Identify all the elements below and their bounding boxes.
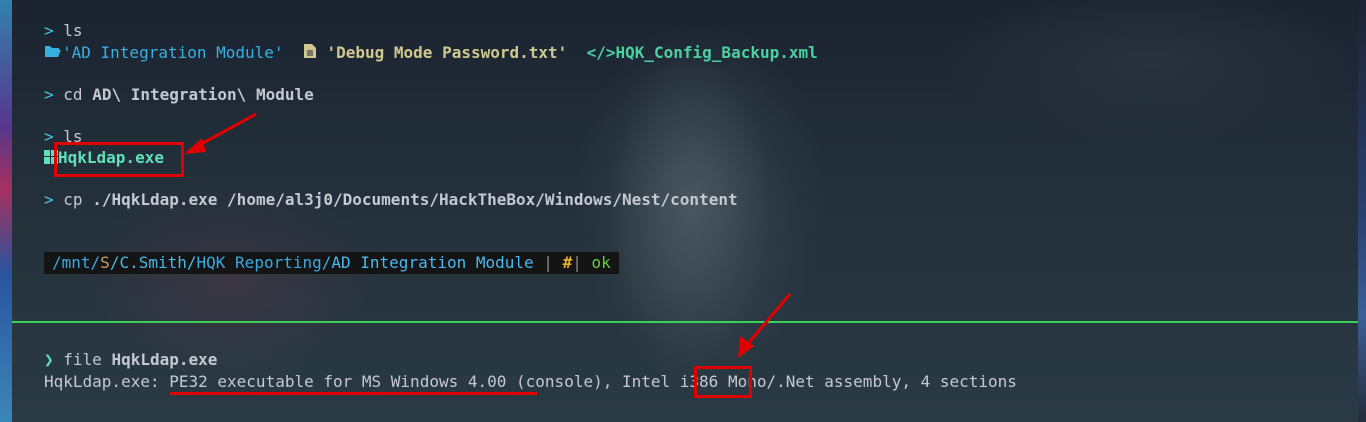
command-argument: HqkLdap.exe <box>111 350 218 369</box>
statusbar-user: /C.Smith/ <box>109 253 197 272</box>
terminal-line-file: ❯ file HqkLdap.exe <box>44 349 217 371</box>
statusbar-share: S <box>100 253 110 272</box>
command-argument: ./HqkLdap.exe /home/al3j0/Documents/Hack… <box>92 190 738 209</box>
terminal-line-cp: > cp ./HqkLdap.exe /home/al3j0/Documents… <box>44 189 738 211</box>
highlight-box-exe <box>54 142 184 177</box>
command-text: cp <box>63 190 93 209</box>
terminal-line-1: > ls <box>44 20 83 42</box>
output-middle: (console), Intel <box>506 372 680 391</box>
file-command-output: HqkLdap.exe: PE32 executable for MS Wind… <box>44 371 1017 393</box>
output-filename: HqkLdap.exe: <box>44 372 170 391</box>
command-text: ls <box>63 21 83 40</box>
command-text: file <box>63 350 112 369</box>
output-tail: Mono/.Net assembly, 4 sections <box>718 372 1017 391</box>
terminal-listing-1: 'AD Integration Module' 'Debug Mode Pass… <box>44 42 818 64</box>
folder-open-icon <box>44 43 62 65</box>
prompt-symbol: > <box>44 21 54 40</box>
pane-divider[interactable] <box>12 321 1358 323</box>
command-argument: AD\ Integration\ Module <box>92 85 314 104</box>
statusbar-separator: | <box>533 253 563 272</box>
code-icon: </> <box>586 43 616 62</box>
prompt-symbol: > <box>44 190 54 209</box>
statusbar-hqk: HQK Reporting/ <box>196 253 332 272</box>
textfile-entry[interactable]: 'Debug Mode Password.txt' <box>326 43 567 62</box>
file-text-icon <box>303 43 317 65</box>
wallpaper-edge-left <box>0 0 12 422</box>
statusbar-current-dir: AD Integration Module <box>331 253 534 272</box>
statusbar-separator: | <box>572 253 592 272</box>
prompt-statusbar: /mnt/S/C.Smith/HQK Reporting/AD Integrat… <box>44 252 619 274</box>
highlight-underline-format <box>170 392 537 395</box>
statusbar-exit-status: ok <box>591 253 611 272</box>
output-format: PE32 executable for MS Windows 4.00 <box>169 372 507 391</box>
prompt-chevron: ❯ <box>44 350 54 369</box>
xml-file-entry[interactable]: HQK_Config_Backup.xml <box>615 43 817 62</box>
statusbar-mnt: /mnt/ <box>52 253 101 272</box>
prompt-symbol: > <box>44 127 54 146</box>
folder-entry[interactable]: 'AD Integration Module' <box>62 43 284 62</box>
wallpaper-edge-right <box>1358 0 1366 422</box>
highlight-box-arch <box>694 366 752 398</box>
command-text: cd <box>63 85 93 104</box>
terminal-line-cd: > cd AD\ Integration\ Module <box>44 84 314 106</box>
annotation-arrow-exe <box>184 112 257 154</box>
prompt-symbol: > <box>44 85 54 104</box>
annotation-arrow-arch <box>738 293 792 358</box>
statusbar-root-indicator: # <box>562 253 573 272</box>
